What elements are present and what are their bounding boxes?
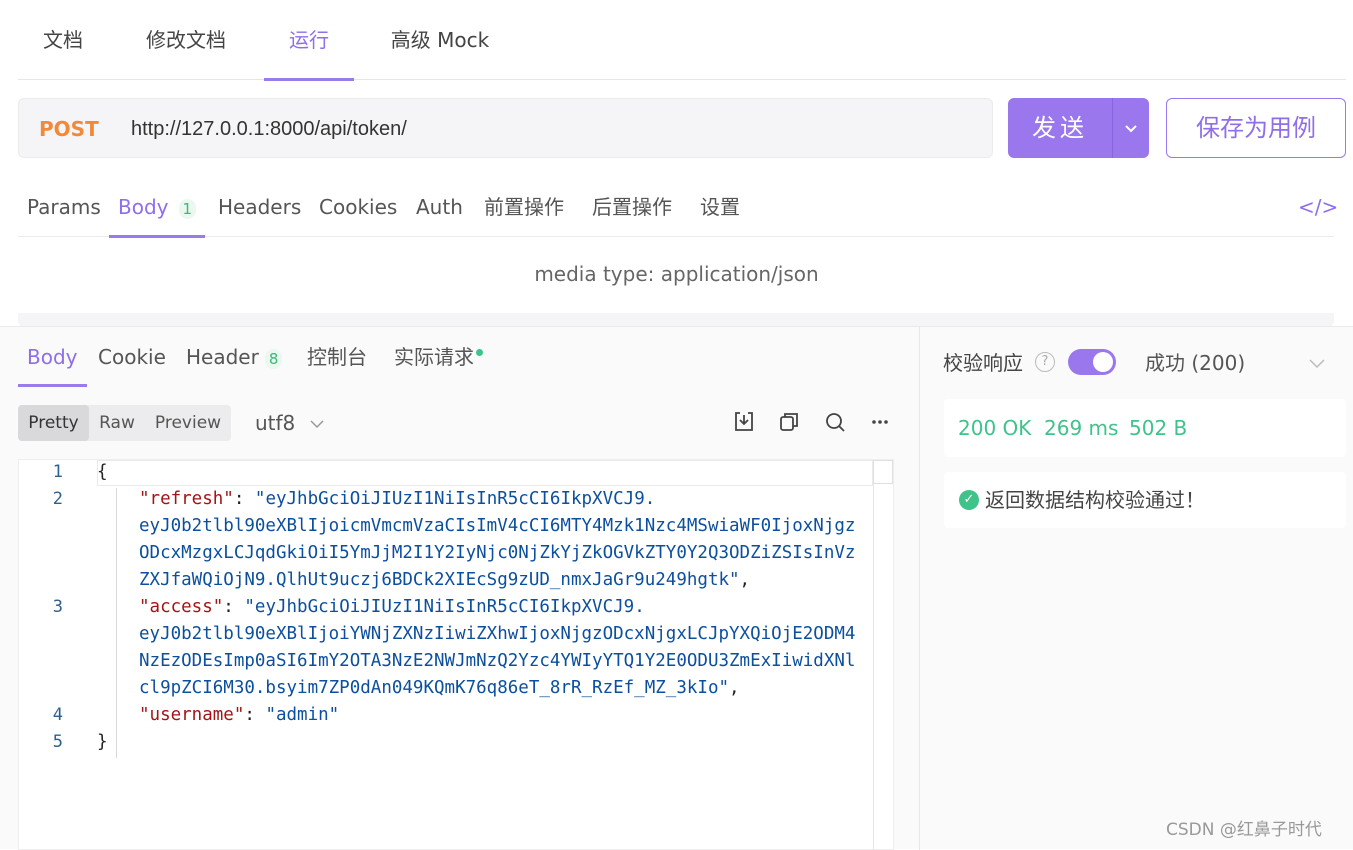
code-line: { [97, 462, 108, 482]
json-value: ZXJfaWQiOjN9.QlhUt9uczj6BDCk2XIEcSg9zUD_… [139, 570, 740, 590]
check-circle-icon: ✓ [959, 490, 979, 510]
view-raw-button[interactable]: Raw [89, 405, 145, 441]
response-stats: 200 OK 269 ms 502 B [944, 399, 1346, 457]
code-line: ZXJfaWQiOjN9.QlhUt9uczj6BDCk2XIEcSg9zUD_… [139, 570, 751, 590]
status-select[interactable]: 成功 (200) [1145, 347, 1245, 379]
json-key: "refresh" [139, 489, 234, 509]
tab-edit-docs[interactable]: 修改文档 [130, 0, 242, 80]
resp-tab-cookie[interactable]: Cookie [98, 327, 166, 387]
tab-post-operations[interactable]: 后置操作 [592, 177, 672, 237]
chevron-down-icon[interactable] [1309, 347, 1325, 379]
json-value: cl9pZCI6M30.bsyim7ZP0dAn049KQmK76q86eT_8… [139, 678, 730, 698]
tab-auth[interactable]: Auth [416, 177, 463, 237]
status-code: 200 OK [958, 416, 1032, 440]
tab-body-label: Body [118, 195, 169, 219]
response-time: 269 ms [1044, 416, 1119, 440]
encoding-select[interactable]: utf8 [255, 405, 324, 441]
tab-cookies[interactable]: Cookies [319, 177, 397, 237]
resp-tab-console[interactable]: 控制台 [307, 327, 367, 387]
tab-body[interactable]: Body 1 [108, 177, 206, 238]
request-body-area [18, 313, 1334, 327]
status-dot-icon [476, 349, 483, 356]
url-bar: POST [18, 98, 993, 159]
send-button[interactable]: 发送 [1008, 98, 1149, 158]
view-preview-button[interactable]: Preview [145, 405, 231, 441]
resp-tab-actual-request[interactable]: 实际请求 [394, 327, 483, 387]
help-icon[interactable]: ? [1035, 352, 1055, 372]
current-line-highlight [97, 460, 873, 486]
code-line: } [97, 732, 108, 752]
media-type-label: media type: application/json [534, 262, 819, 286]
response-left: Body Cookie Header 8 控制台 实际请求 Pretty Raw … [0, 327, 920, 850]
code-line: ODcxMzgxLCJqdGkiOiI5YmJjM2I1Y2IyNjc0NjZk… [139, 543, 856, 563]
resp-tab-body[interactable]: Body [18, 327, 86, 387]
response-panel: Body Cookie Header 8 控制台 实际请求 Pretty Raw … [0, 326, 1353, 850]
code-line: eyJ0b2tlbl90eXBlIjoicmVmcmVzaCIsImV4cCI6… [139, 516, 856, 536]
validation-panel: 校验响应 ? 成功 (200) 200 OK 269 ms 502 B ✓ 返回… [921, 327, 1353, 850]
json-value: "admin" [265, 705, 340, 725]
resp-tab-actual-label: 实际请求 [394, 345, 474, 369]
send-label: 发送 [1032, 114, 1088, 142]
chevron-down-icon [310, 420, 324, 429]
tab-headers[interactable]: Headers [218, 177, 301, 237]
code-line: NzEzODEsImp0aSI6ImY2OTA3NzE2NWJmNzQ2Yzc4… [139, 651, 856, 671]
search-icon[interactable] [822, 409, 848, 435]
tab-settings[interactable]: 设置 [700, 177, 740, 237]
line-number: 5 [52, 732, 63, 752]
response-size: 502 B [1129, 416, 1188, 440]
header-count-badge: 8 [264, 349, 283, 369]
json-value: "eyJhbGciOiJIUzI1NiIsInR5cCI6IkpXVCJ9. [244, 597, 645, 617]
save-as-case-button[interactable]: 保存为用例 [1166, 98, 1346, 158]
resp-tab-header-label: Header [186, 345, 259, 369]
line-number: 3 [52, 597, 63, 617]
line-number: 1 [52, 462, 63, 482]
copy-icon[interactable] [776, 409, 802, 435]
json-key: "username" [139, 705, 245, 725]
tab-advanced-mock[interactable]: 高级 Mock [378, 0, 502, 80]
code-editor[interactable]: 1 2 3 4 5 { "refresh": "eyJhbGciOiJIUzI1… [18, 459, 894, 850]
code-icon[interactable]: </> [1298, 177, 1338, 237]
line-number: 4 [52, 705, 63, 725]
code-line: "username": "admin" [139, 705, 340, 725]
method-select[interactable]: POST [39, 99, 99, 159]
tab-docs[interactable]: 文档 [18, 0, 108, 80]
view-pretty-button[interactable]: Pretty [18, 405, 89, 441]
tab-pre-operations[interactable]: 前置操作 [484, 177, 564, 237]
watermark: CSDN @红鼻子时代 [1166, 820, 1322, 840]
more-icon[interactable] [867, 409, 893, 435]
tab-params[interactable]: Params [27, 177, 101, 237]
indent-guide [116, 488, 117, 758]
top-tabs: 文档 修改文档 运行 高级 Mock [18, 0, 1346, 81]
chevron-down-icon[interactable] [1113, 98, 1149, 158]
validate-toggle[interactable] [1068, 349, 1116, 375]
validate-response-label: 校验响应 [943, 351, 1023, 375]
json-key: "access" [139, 597, 224, 617]
resp-tab-header[interactable]: Header 8 [186, 327, 283, 387]
encoding-value: utf8 [255, 411, 296, 435]
url-input[interactable] [131, 99, 971, 159]
body-count-badge: 1 [178, 199, 197, 219]
code-line: "refresh": "eyJhbGciOiJIUzI1NiIsInR5cCI6… [139, 489, 656, 509]
line-number: 2 [52, 489, 63, 509]
validation-result-text: 返回数据结构校验通过！ [985, 488, 1205, 512]
response-tabs: Body Cookie Header 8 控制台 实际请求 [18, 327, 898, 387]
code-line: cl9pZCI6M30.bsyim7ZP0dAn049KQmK76q86eT_8… [139, 678, 740, 698]
editor-scrollbar[interactable] [873, 460, 893, 849]
tab-run[interactable]: 运行 [264, 0, 354, 81]
code-line: "access": "eyJhbGciOiJIUzI1NiIsInR5cCI6I… [139, 597, 645, 617]
view-mode-segment: Pretty Raw Preview [18, 405, 231, 441]
scrollbar-thumb[interactable] [873, 460, 893, 484]
download-icon[interactable] [731, 409, 757, 435]
validation-result: ✓ 返回数据结构校验通过！ [944, 472, 1346, 528]
request-tabs: Params Body 1 Headers Cookies Auth 前置操作 后… [18, 177, 1338, 238]
json-value: "eyJhbGciOiJIUzI1NiIsInR5cCI6IkpXVCJ9. [254, 489, 656, 509]
code-line: eyJ0b2tlbl90eXBlIjoiYWNjZXNzIiwiZXhwIjox… [139, 624, 856, 644]
